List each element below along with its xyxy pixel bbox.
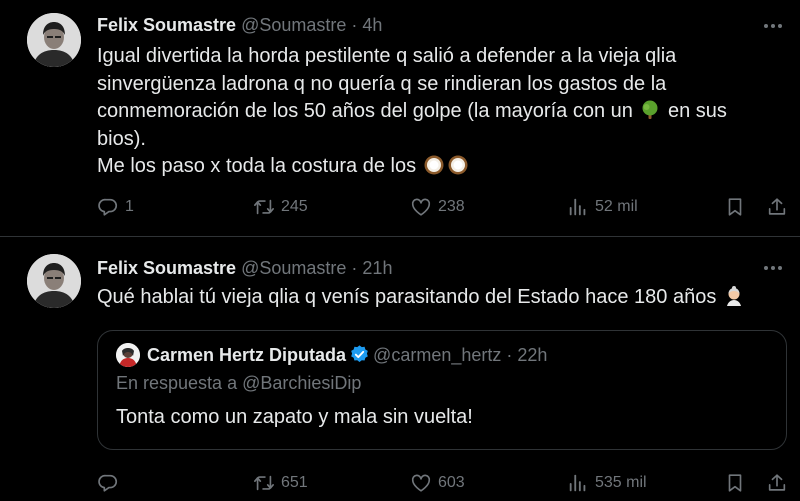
like-button[interactable]: 603 (410, 470, 465, 496)
profile-photo-icon (116, 343, 140, 367)
separator: · (351, 258, 358, 278)
verified-badge-icon (351, 345, 368, 362)
share-icon (766, 472, 788, 494)
coconut-emoji-icon (423, 154, 445, 176)
heart-icon (410, 196, 432, 218)
tweet[interactable]: Felix Soumastre @Soumastre · 21h Qué hab… (0, 237, 800, 501)
reply-button[interactable]: 1 (97, 194, 134, 220)
quoted-tweet[interactable]: Carmen Hertz Diputada @carmen_hertz · 22h… (97, 330, 787, 450)
retweet-icon (253, 472, 275, 494)
reply-button[interactable] (97, 470, 125, 496)
reply-count: 1 (125, 198, 134, 215)
quoted-author-name[interactable]: Carmen Hertz Diputada (147, 345, 346, 365)
profile-photo-icon (27, 13, 81, 67)
tweet-header: Felix Soumastre @Soumastre · 4h (97, 14, 382, 36)
reply-context: En respuesta a @BarchiesiDip (116, 373, 362, 393)
views-icon (567, 472, 589, 494)
bookmark-icon (724, 196, 746, 218)
quoted-text: Tonta como un zapato y mala sin vuelta! (116, 406, 473, 428)
separator: · (506, 345, 513, 365)
timestamp[interactable]: 4h (362, 15, 382, 35)
tweet-text: Qué hablai tú vieja qlia q venís parasit… (97, 284, 777, 312)
quoted-avatar[interactable] (116, 343, 140, 367)
bookmark-icon (724, 472, 746, 494)
retweet-button[interactable]: 245 (253, 194, 308, 220)
share-button[interactable] (766, 194, 788, 220)
tweet-text-line: Me los paso x toda la costura de los (97, 155, 417, 177)
tweet-text: Igual divertida la horda pestilente q sa… (97, 43, 777, 181)
avatar[interactable] (27, 254, 81, 308)
share-icon (766, 196, 788, 218)
quoted-header: Carmen Hertz Diputada @carmen_hertz · 22h (147, 344, 547, 366)
reply-icon (97, 196, 119, 218)
view-count: 52 mil (595, 198, 638, 215)
views-button[interactable]: 535 mil (567, 470, 647, 496)
heart-icon (410, 472, 432, 494)
like-button[interactable]: 238 (410, 194, 465, 220)
like-count: 603 (438, 474, 465, 491)
views-button[interactable]: 52 mil (567, 194, 638, 220)
author-handle[interactable]: @Soumastre (241, 15, 346, 35)
profile-photo-icon (27, 254, 81, 308)
more-options-icon[interactable] (764, 264, 786, 272)
quoted-timestamp[interactable]: 22h (517, 345, 547, 365)
author-name[interactable]: Felix Soumastre (97, 258, 236, 278)
share-button[interactable] (766, 470, 788, 496)
author-handle[interactable]: @Soumastre (241, 258, 346, 278)
timestamp[interactable]: 21h (362, 258, 392, 278)
tweet-text-line: Igual divertida la horda pestilente q sa… (97, 45, 677, 122)
more-options-icon[interactable] (764, 22, 786, 30)
separator: · (351, 15, 358, 35)
old-woman-emoji-icon (723, 285, 745, 307)
reply-icon (97, 472, 119, 494)
view-count: 535 mil (595, 474, 647, 491)
tweet[interactable]: Felix Soumastre @Soumastre · 4h Igual di… (0, 0, 800, 237)
retweet-button[interactable]: 651 (253, 470, 308, 496)
bookmark-button[interactable] (724, 194, 746, 220)
retweet-count: 651 (281, 474, 308, 491)
quoted-author-handle[interactable]: @carmen_hertz (373, 345, 501, 365)
tweet-text-line: Qué hablai tú vieja qlia q venís parasit… (97, 286, 717, 308)
tweet-header: Felix Soumastre @Soumastre · 21h (97, 257, 392, 279)
author-name[interactable]: Felix Soumastre (97, 15, 236, 35)
views-icon (567, 196, 589, 218)
retweet-icon (253, 196, 275, 218)
bookmark-button[interactable] (724, 470, 746, 496)
tweet-actions: 651 603 535 mil (97, 470, 792, 496)
tree-emoji-icon (639, 99, 661, 121)
retweet-count: 245 (281, 198, 308, 215)
like-count: 238 (438, 198, 465, 215)
tweet-actions: 1 245 238 52 mil (97, 194, 792, 220)
coconut-emoji-icon (447, 154, 469, 176)
avatar[interactable] (27, 13, 81, 67)
